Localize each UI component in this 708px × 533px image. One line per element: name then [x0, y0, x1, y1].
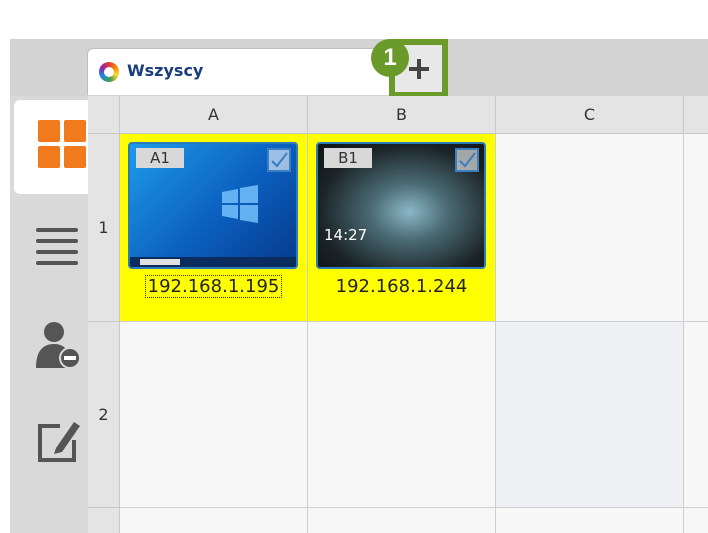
tab-label: Wszyscy	[127, 61, 204, 80]
grid-cell-b3[interactable]	[308, 508, 496, 533]
sidebar-grid-view-button[interactable]	[14, 100, 88, 194]
select-checkbox-icon[interactable]	[455, 148, 479, 172]
user-remove-icon	[36, 322, 81, 369]
row-header-next	[88, 508, 120, 533]
edit-icon	[38, 422, 80, 462]
device-label: B1	[324, 148, 372, 168]
lockscreen-time: 14:27	[324, 226, 368, 244]
grid-cell-d1[interactable]	[684, 134, 708, 322]
grid-cell-d3[interactable]	[684, 508, 708, 533]
tab-bar: Wszyscy 1	[10, 39, 708, 141]
column-header-c: C	[496, 96, 684, 134]
device-thumbnail-a1[interactable]: A1	[128, 142, 298, 269]
app-logo-icon	[99, 62, 119, 82]
select-checkbox-icon[interactable]	[267, 148, 291, 172]
grid-cell-a3[interactable]	[120, 508, 308, 533]
row-header-1: 1	[88, 134, 120, 322]
grid-cell-d2[interactable]	[684, 322, 708, 508]
device-label: A1	[136, 148, 184, 168]
device-thumbnail-b1[interactable]: 14:27 B1	[316, 142, 486, 269]
grid-cell-b2[interactable]	[308, 322, 496, 508]
column-header-a: A	[120, 96, 308, 134]
grid-cell-c1[interactable]	[496, 134, 684, 322]
device-ip-label: 192.168.1.195	[120, 275, 307, 298]
grid-cell-c2[interactable]	[496, 322, 684, 508]
app-window: Wszyscy 1 A B C 1 2 A1 192.168.1.195 14:…	[10, 39, 708, 533]
row-header-2: 2	[88, 322, 120, 508]
column-header-b: B	[308, 96, 496, 134]
grid-cell-b1[interactable]: 14:27 B1 192.168.1.244	[308, 134, 496, 322]
windows-logo-icon	[222, 185, 258, 223]
taskbar-search	[140, 259, 180, 265]
grid-cell-c3[interactable]	[496, 508, 684, 533]
grid-cell-a1[interactable]: A1 192.168.1.195	[120, 134, 308, 322]
callout-badge: 1	[371, 39, 409, 77]
column-header-next	[684, 96, 708, 134]
device-ip-label: 192.168.1.244	[335, 276, 468, 297]
classroom-grid: A B C 1 2 A1 192.168.1.195 14:27 B1 192.…	[88, 96, 708, 533]
list-view-icon	[36, 228, 78, 266]
grid-corner	[88, 96, 120, 134]
grid-view-icon	[38, 120, 86, 168]
tab-wszyscy[interactable]: Wszyscy	[87, 48, 391, 95]
grid-cell-a2[interactable]	[120, 322, 308, 508]
